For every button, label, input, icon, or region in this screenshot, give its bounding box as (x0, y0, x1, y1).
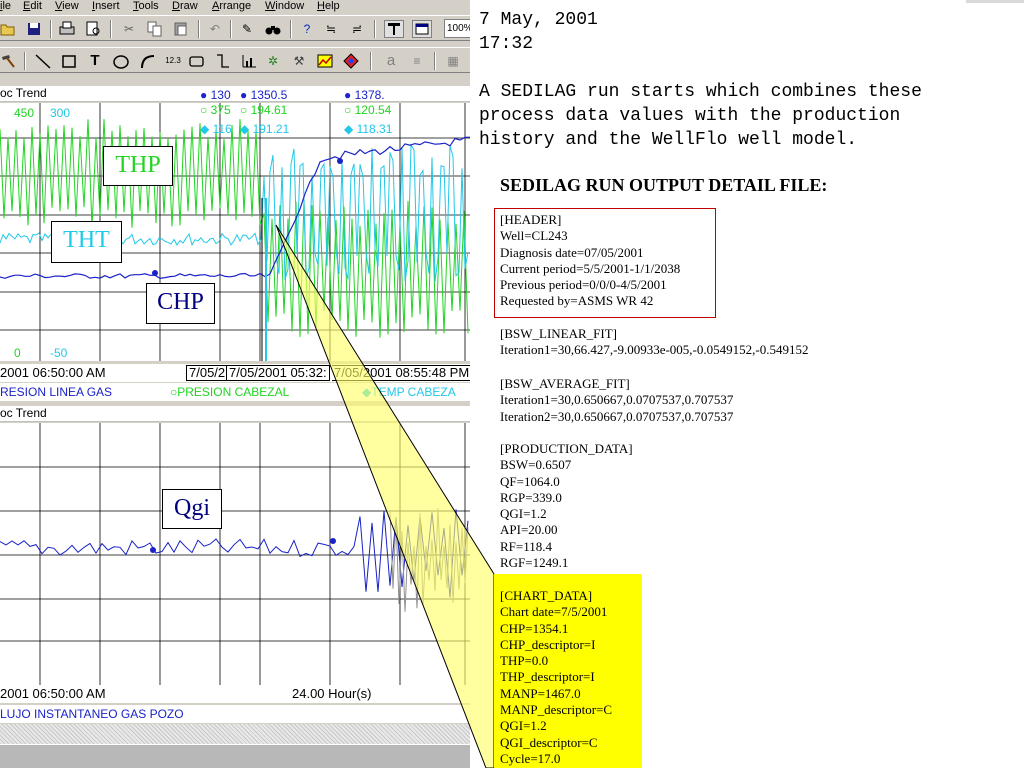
production-line: BSW=0.6507 (500, 457, 572, 473)
chart-data-line: QGI=1.2 (500, 718, 547, 734)
header-line: [HEADER] (500, 212, 562, 227)
note-date: 7 May, 2001 (479, 10, 598, 30)
production-line: QF=1064.0 (500, 473, 560, 489)
chart-data-line: MANP_descriptor=C (500, 702, 613, 718)
header-line: Well=CL243 (500, 228, 568, 244)
production-line: API=20.00 (500, 522, 558, 538)
note-line-3: history and the WellFlo well model. (479, 130, 858, 150)
header-line: Current period=5/5/2001-1/1/2038 (500, 260, 681, 276)
chart-data-line: THP=0.0 (500, 653, 549, 669)
header-section: [HEADER] Well=CL243 Diagnosis date=07/05/2… (500, 212, 680, 310)
bsw-linear-line: Iteration1=30,66.427,-9.00933e-005,-0.05… (500, 342, 809, 358)
bsw-average-line: Iteration1=30,0.650667,0.0707537,0.70753… (500, 392, 734, 408)
production-data-section: [PRODUCTION_DATA] BSW=0.6507 QF=1064.0 RGP=… (500, 441, 633, 571)
bsw-linear-fit-section: [BSW_LINEAR_FIT] Iteration1=30,66.427,-9.… (500, 326, 808, 359)
bsw-average-line: [BSW_AVERAGE_FIT] (500, 376, 630, 391)
production-line: RGP=339.0 (500, 489, 562, 505)
bsw-average-fit-section: [BSW_AVERAGE_FIT] Iteration1=30,0.650667,… (500, 376, 733, 425)
chart-data-line: Chart date=7/5/2001 (500, 604, 608, 620)
bsw-average-line: Iteration2=30,0.650667,0.0707537,0.70753… (500, 408, 734, 424)
production-line: RF=118.4 (500, 538, 552, 554)
chart-data-section: [CHART_DATA] Chart date=7/5/2001 CHP=1354.… (500, 588, 612, 767)
detail-file-title: SEDILAG RUN OUTPUT DETAIL FILE: (500, 175, 828, 195)
header-line: Previous period=0/0/0-4/5/2001 (500, 277, 667, 293)
zoom-wedge (275, 224, 495, 768)
top-strip (966, 0, 1024, 3)
header-line: Diagnosis date=07/05/2001 (500, 244, 644, 260)
chart-data-line: CHP_descriptor=I (500, 636, 596, 652)
chart-data-line: [CHART_DATA] (500, 588, 593, 603)
chart-data-line: QGI_descriptor=C (500, 734, 598, 750)
header-line: Requested by=ASMS WR 42 (500, 293, 654, 309)
production-line: RGF=1249.1 (500, 555, 569, 571)
chart-data-line: CHP=1354.1 (500, 620, 569, 636)
chart-data-line: THP_descriptor=I (500, 669, 595, 685)
production-line: QGI=1.2 (500, 506, 547, 522)
chart-data-line: MANP=1467.0 (500, 685, 581, 701)
note-time: 17:32 (479, 34, 534, 54)
production-line: [PRODUCTION_DATA] (500, 441, 633, 456)
note-line-1: A SEDILAG run starts which combines thes… (479, 82, 922, 102)
bsw-linear-line: [BSW_LINEAR_FIT] (500, 326, 617, 341)
note-line-2: process data values with the production (479, 106, 901, 126)
chart-data-line: Cycle=17.0 (500, 750, 561, 766)
